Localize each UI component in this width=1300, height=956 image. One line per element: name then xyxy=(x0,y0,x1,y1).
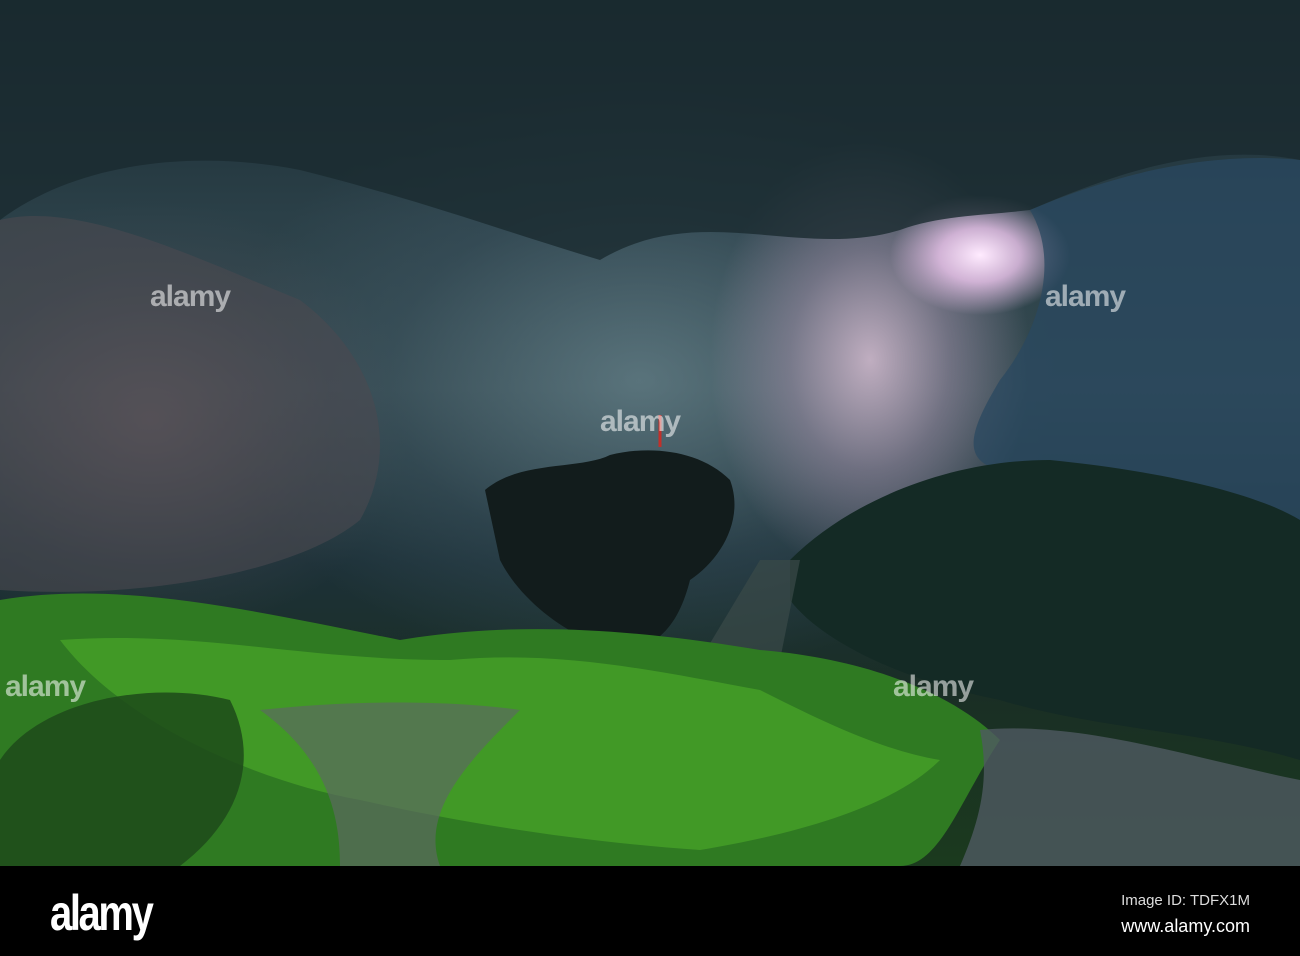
right-ground xyxy=(960,728,1300,866)
watermark: alamy xyxy=(893,670,974,703)
alamy-logo: alamy xyxy=(50,885,154,941)
site-url: www.alamy.com xyxy=(1121,916,1250,936)
central-rock xyxy=(485,450,735,650)
cave-photo: alamy alamy alamy alamy alamy xyxy=(0,0,1300,866)
watermark: alamy xyxy=(5,670,86,703)
left-rock-wall xyxy=(0,216,380,592)
footer-bar: alamy Image ID: TDFX1M www.alamy.com xyxy=(0,866,1300,956)
watermark: alamy xyxy=(1045,280,1126,313)
image-id: Image ID: TDFX1M xyxy=(1121,892,1250,909)
watermark: alamy xyxy=(150,280,231,313)
stock-photo-page: alamy alamy alamy alamy alamy alamy Imag… xyxy=(0,0,1300,956)
watermark: alamy xyxy=(600,405,681,438)
